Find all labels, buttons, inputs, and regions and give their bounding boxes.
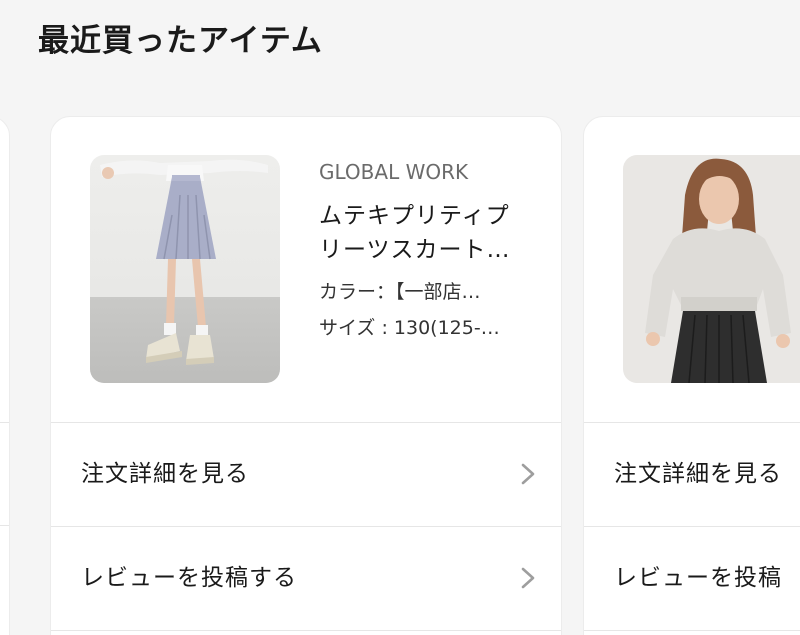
product-name-line: リーツスカート… [319,237,511,263]
product-color: カラー：【一部店… [319,281,481,303]
recent-items-page: 最近買ったアイテム GLOBAL WORK ムテキプリティプ リーツスカート… … [0,0,800,635]
product-info: GLOBAL WORK ムテキプリティプ リーツスカート… カラー：【一部店… … [319,157,534,341]
order-detail-label: 注文詳細を見る [614,461,782,487]
brand-name: GLOBAL WORK [319,160,469,184]
product-card: GLOBAL WORK ムテキプリティプ リーツスカート… カラー：【一部店… … [50,116,562,635]
product-thumbnail[interactable] [623,155,800,383]
product-card-next: 注文詳細を見る レビューを投稿 [583,116,800,635]
write-review-label: レビューを投稿する [81,565,297,591]
divider [51,630,561,631]
order-detail-link[interactable]: 注文詳細を見る [584,423,800,526]
write-review-link[interactable]: レビューを投稿 [584,527,800,630]
order-detail-link[interactable]: 注文詳細を見る [51,423,561,526]
product-thumbnail[interactable] [90,155,280,383]
divider [0,422,9,423]
order-detail-label: 注文詳細を見る [81,461,249,487]
write-review-label: レビューを投稿 [614,565,782,591]
product-size: サイズ : 130(125-… [319,317,500,339]
section-title: 最近買ったアイテム [38,23,323,59]
divider [584,630,800,631]
divider [0,525,9,526]
write-review-link[interactable]: レビューを投稿する [51,527,561,630]
chevron-right-icon [521,567,535,589]
skirt-product-image [90,155,280,383]
chevron-right-icon [521,463,535,485]
product-name-line: ムテキプリティプ [319,203,510,229]
sweatshirt-product-image [623,155,800,383]
product-card-previous[interactable] [0,116,10,635]
product-name[interactable]: ムテキプリティプ リーツスカート… [319,199,534,267]
